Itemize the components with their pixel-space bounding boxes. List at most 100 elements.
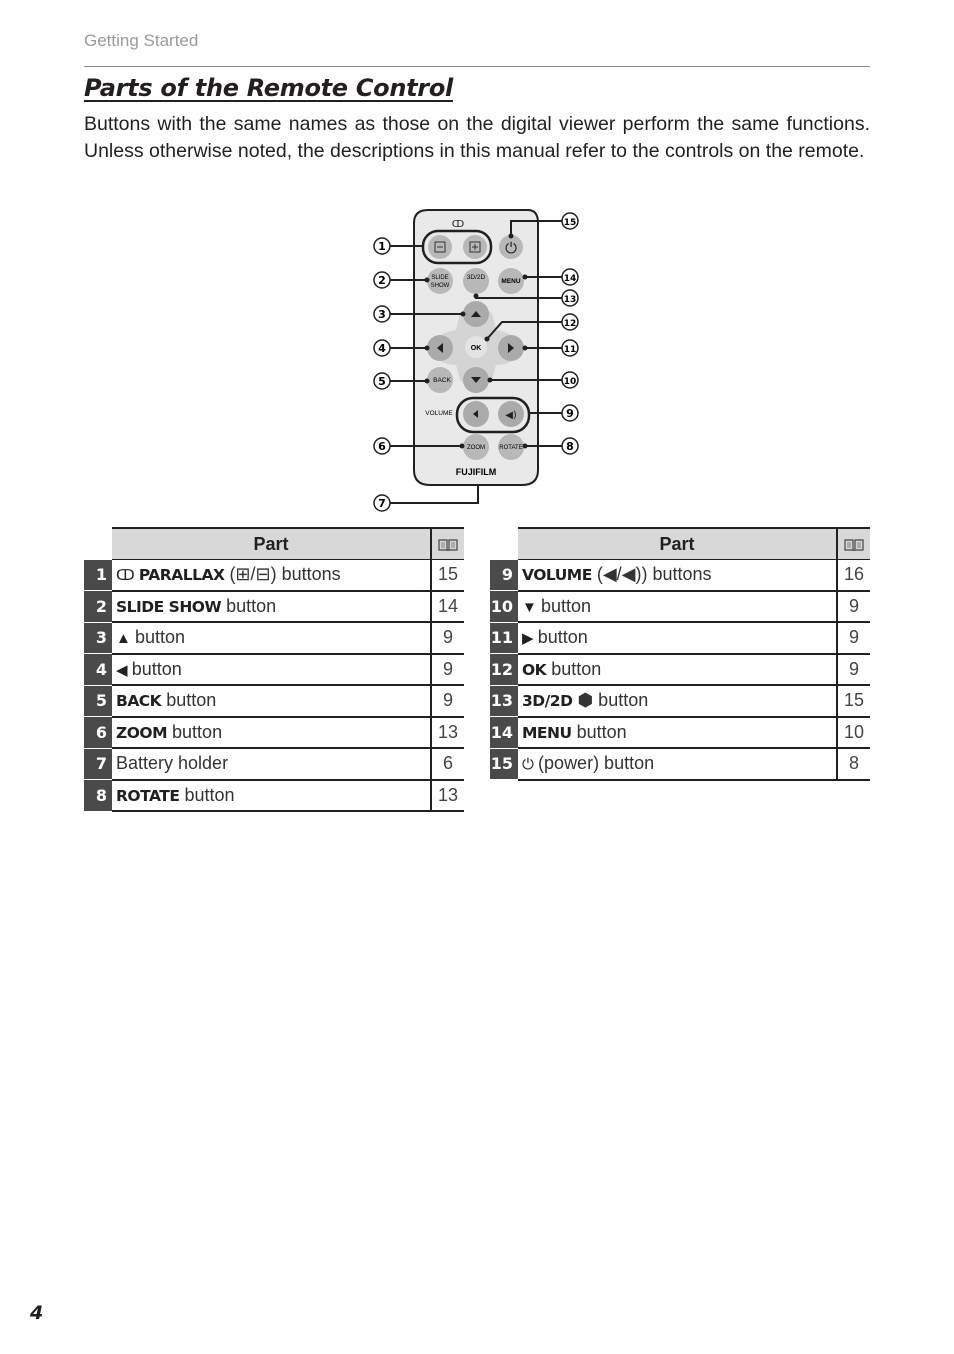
part-label: ROTATE [116, 786, 180, 805]
page-reference: 16 [836, 559, 870, 592]
part-symbol: ▶ [522, 630, 538, 648]
part-label: ZOOM [116, 723, 168, 742]
page-reference: 15 [430, 559, 464, 592]
part-description: (power) button [538, 753, 655, 774]
callout-label: 15 [564, 218, 577, 228]
callout-label: 11 [564, 345, 577, 355]
part-description: (⊞/⊟) buttons [224, 564, 341, 585]
table-row: 9 VOLUME (◀/◀)) buttons 16 [490, 559, 870, 592]
part-name: ◀ button [112, 653, 431, 686]
part-description: (◀/◀)) buttons [591, 564, 712, 585]
table-row: 15 ⏻ (power) button 8 [490, 748, 870, 781]
header-rule [84, 66, 870, 67]
page-reference: 9 [836, 590, 870, 623]
page-reference: 10 [836, 716, 870, 749]
page-reference-header [430, 527, 464, 560]
part-name: ▶ button [518, 622, 837, 655]
row-number: 5 [84, 685, 112, 717]
svg-text:VOLUME: VOLUME [425, 410, 453, 417]
page-reference-header [836, 527, 870, 560]
svg-text:SHOW: SHOW [431, 283, 450, 289]
callout-label: 10 [564, 377, 577, 387]
row-number: 3 [84, 622, 112, 654]
svg-text:ↀ: ↀ [452, 219, 464, 230]
table-row: 14 MENU button 10 [490, 716, 870, 749]
row-number: 8 [84, 779, 112, 812]
part-name: Battery holder [112, 748, 431, 781]
page-reference: 15 [836, 685, 870, 718]
table-row: 11 ▶ button 9 [490, 622, 870, 655]
callout-label: 6 [378, 440, 386, 453]
part-name: OK button [518, 653, 837, 686]
part-name: ROTATE button [112, 779, 431, 812]
table-row: 13 3D/2D ⬢ button 15 [490, 685, 870, 718]
part-name: ▲ button [112, 622, 431, 655]
part-symbol: ↀ [116, 567, 139, 585]
callout-label: 13 [564, 295, 577, 305]
intro-paragraph: Buttons with the same names as those on … [84, 113, 870, 162]
remote-control-diagram: ↀ ⏻ SLIDE SHOW 3D/2D MENU OK BACK VOLUME… [360, 205, 590, 515]
part-name: MENU button [518, 716, 837, 749]
table-row: 10 ▼ button 9 [490, 590, 870, 623]
page-reference: 13 [430, 779, 464, 812]
callout-label: 2 [378, 274, 386, 287]
callout-label: 14 [564, 274, 577, 284]
part-description: Battery holder [116, 753, 229, 774]
part-label: PARALLAX [138, 566, 225, 585]
callout-label: 5 [378, 375, 386, 388]
part-symbol: ▼ [522, 598, 542, 616]
part-description: button [167, 721, 223, 742]
page-title: Parts of the Remote Control [84, 74, 453, 102]
callout-label: 7 [378, 497, 386, 510]
part-name: ▼ button [518, 590, 837, 623]
row-number: 15 [490, 748, 518, 780]
row-number: 9 [490, 559, 518, 591]
row-number: 14 [490, 716, 518, 749]
part-column-header: Part [518, 527, 837, 560]
svg-text:SLIDE: SLIDE [431, 275, 448, 281]
part-description: button [131, 658, 182, 679]
row-number: 6 [84, 716, 112, 749]
table-row: 1ↀ PARALLAX (⊞/⊟) buttons 15 [84, 559, 464, 592]
callout-label: 4 [378, 342, 386, 355]
page-reference: 13 [430, 716, 464, 749]
svg-text:BACK: BACK [433, 377, 451, 384]
part-name: SLIDE SHOW button [112, 590, 431, 623]
part-description: button [541, 595, 592, 616]
3d-2d-button [463, 268, 489, 294]
callout-label: 8 [566, 440, 574, 453]
svg-text:OK: OK [471, 345, 482, 352]
table-row: 3 ▲ button 9 [84, 622, 464, 655]
part-name: BACK button [112, 685, 431, 718]
svg-text:FUJIFILM: FUJIFILM [456, 467, 497, 477]
row-number: 1 [84, 559, 112, 591]
svg-text:ZOOM: ZOOM [467, 445, 485, 451]
part-label: VOLUME [522, 566, 592, 585]
svg-text:◀): ◀) [505, 410, 517, 421]
row-number: 12 [490, 653, 518, 686]
callout-label: 1 [378, 240, 386, 253]
svg-text:⏻: ⏻ [505, 239, 517, 257]
slide-show-button [427, 268, 453, 294]
part-description: button [135, 627, 186, 648]
part-symbol: ⏻ [522, 756, 539, 774]
part-description: button [546, 658, 602, 679]
part-label: SLIDE SHOW [116, 597, 222, 616]
part-description: button [221, 595, 277, 616]
book-icon [844, 539, 864, 551]
page-reference: 9 [836, 653, 870, 686]
table-row: 7 Battery holder 6 [84, 748, 464, 781]
part-description: button [571, 721, 627, 742]
book-icon [438, 539, 458, 551]
table-row: 4 ◀ button 9 [84, 653, 464, 686]
table-row: 12 OK button 9 [490, 653, 870, 686]
table-row: 8 ROTATE button 13 [84, 779, 464, 812]
section-header: Getting Started [84, 31, 199, 50]
table-row: 6 ZOOM button 13 [84, 716, 464, 749]
page-reference: 9 [430, 622, 464, 655]
row-number: 4 [84, 653, 112, 686]
table-row: 2 SLIDE SHOW button 14 [84, 590, 464, 623]
row-number: 13 [490, 685, 518, 717]
parts-table-right: Part 9 VOLUME (◀/◀)) buttons 16 10 ▼ button 9… [490, 527, 870, 781]
svg-text:3D/2D: 3D/2D [467, 274, 486, 281]
